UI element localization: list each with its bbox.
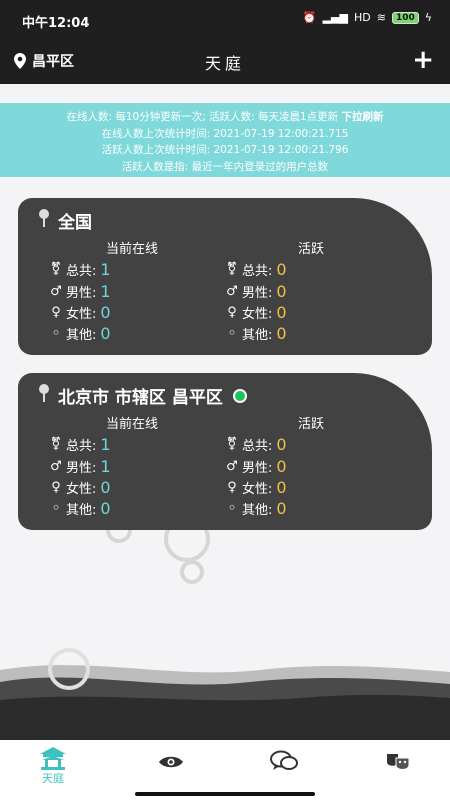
active-total: ⚧ 总共: 0 — [224, 260, 287, 279]
female-icon: ♀ — [227, 305, 237, 320]
online-female: ♀ 女性: 0 — [48, 303, 110, 322]
other-gender-icon: ◦ — [51, 501, 61, 516]
tab-messages[interactable] — [270, 750, 298, 772]
active-female: ♀ 女性: 0 — [224, 478, 286, 497]
stats-card-national[interactable]: 全国 当前在线 活跃 ⚧ 总共: 1 ♂ 男性: 1 ♀ 女性: 0 ◦ 其他: 0 ⚧ 总共: 0… — [18, 198, 432, 355]
online-male: ♂ 男性: 1 — [48, 457, 110, 476]
alarm-icon: ⏰ — [302, 11, 317, 24]
charging-icon: ϟ — [424, 11, 432, 24]
online-total: ⚧ 总共: 1 — [48, 435, 111, 454]
theater-mask-icon — [387, 754, 410, 770]
male-icon: ♂ — [226, 459, 238, 474]
tab-home[interactable]: 天庭 — [38, 746, 68, 786]
other-gender-icon: ◦ — [227, 501, 237, 516]
notice-line-2: 在线人数上次统计时间: 2021-07-19 12:00:21.715 — [101, 127, 349, 140]
female-icon: ♀ — [227, 480, 237, 495]
tab-explore[interactable] — [158, 754, 184, 770]
card-header: 北京市 市辖区 昌平区 — [38, 383, 247, 408]
current-location-indicator — [232, 388, 247, 403]
active-other: ◦ 其他: 0 — [224, 324, 287, 343]
battery-icon: 100 — [391, 11, 419, 24]
app-header: 昌平区 天庭 + — [0, 40, 450, 84]
map-pin-icon — [38, 209, 50, 232]
status-time: 中午12:04 — [22, 16, 90, 31]
tab-profile[interactable] — [386, 752, 410, 772]
region-name: 全国 — [58, 213, 92, 233]
active-male: ♂ 男性: 0 — [224, 457, 286, 476]
active-column-header: 活跃 — [298, 242, 325, 257]
notice-line-4: 活跃人数是指: 最近一年内登录过的用户总数 — [121, 160, 329, 173]
stats-card-local[interactable]: 北京市 市辖区 昌平区 当前在线 活跃 ⚧ 总共: 1 ♂ 男性: 1 ♀ 女性: 0 ◦ 其… — [18, 373, 432, 530]
network-label: HD — [353, 11, 371, 24]
notice-line-1: 在线人数: 每10分钟更新一次; 活跃人数: 每天凌晨1点更新 下拉刷新 — [66, 111, 384, 123]
active-male: ♂ 男性: 0 — [224, 282, 286, 301]
female-icon: ♀ — [51, 480, 61, 495]
male-icon: ♂ — [50, 459, 62, 474]
gender-all-icon: ⚧ — [50, 437, 62, 452]
page-title: 天庭 — [204, 54, 245, 73]
tab-home-label: 天庭 — [42, 772, 64, 785]
status-icons: ⏰ ▂▄▆ HD ≋ 100 ϟ — [303, 11, 432, 24]
online-female: ♀ 女性: 0 — [48, 478, 110, 497]
online-total: ⚧ 总共: 1 — [48, 260, 111, 279]
active-column-header: 活跃 — [298, 417, 325, 432]
card-header: 全国 — [38, 208, 92, 233]
pavilion-icon — [40, 747, 66, 770]
online-male: ♂ 男性: 1 — [48, 282, 110, 301]
online-column-header: 当前在线 — [106, 417, 159, 432]
gender-all-icon: ⚧ — [226, 437, 238, 452]
chat-icon — [270, 750, 298, 770]
male-icon: ♂ — [50, 284, 62, 299]
region-name: 北京市 市辖区 昌平区 — [58, 388, 223, 408]
active-total: ⚧ 总共: 0 — [224, 435, 287, 454]
add-button[interactable]: + — [412, 45, 434, 75]
decor-bubble — [180, 560, 204, 584]
eye-icon — [159, 756, 183, 768]
other-gender-icon: ◦ — [51, 326, 61, 341]
male-icon: ♂ — [226, 284, 238, 299]
notice-line-3: 活跃人数上次统计时间: 2021-07-19 12:00:21.796 — [101, 144, 349, 156]
decor-bubble — [48, 648, 90, 690]
active-female: ♀ 女性: 0 — [224, 303, 286, 322]
signal-icon: ▂▄▆ — [322, 11, 348, 24]
home-indicator — [135, 792, 315, 796]
online-column-header: 当前在线 — [106, 242, 159, 257]
online-other: ◦ 其他: 0 — [48, 324, 111, 343]
wifi-icon: ≋ — [376, 11, 386, 24]
active-other: ◦ 其他: 0 — [224, 499, 287, 518]
gender-all-icon: ⚧ — [226, 262, 238, 277]
stats-notice: 在线人数: 每10分钟更新一次; 活跃人数: 每天凌晨1点更新 下拉刷新 在线人… — [0, 103, 450, 177]
gender-all-icon: ⚧ — [50, 262, 62, 277]
online-other: ◦ 其他: 0 — [48, 499, 111, 518]
bottom-tab-bar: 天庭 — [0, 740, 450, 800]
other-gender-icon: ◦ — [227, 326, 237, 341]
pull-refresh-hint[interactable]: 下拉刷新 — [342, 111, 384, 123]
map-pin-icon — [38, 384, 50, 407]
status-bar: 中午12:04 ⏰ ▂▄▆ HD ≋ 100 ϟ — [0, 0, 450, 40]
female-icon: ♀ — [51, 305, 61, 320]
